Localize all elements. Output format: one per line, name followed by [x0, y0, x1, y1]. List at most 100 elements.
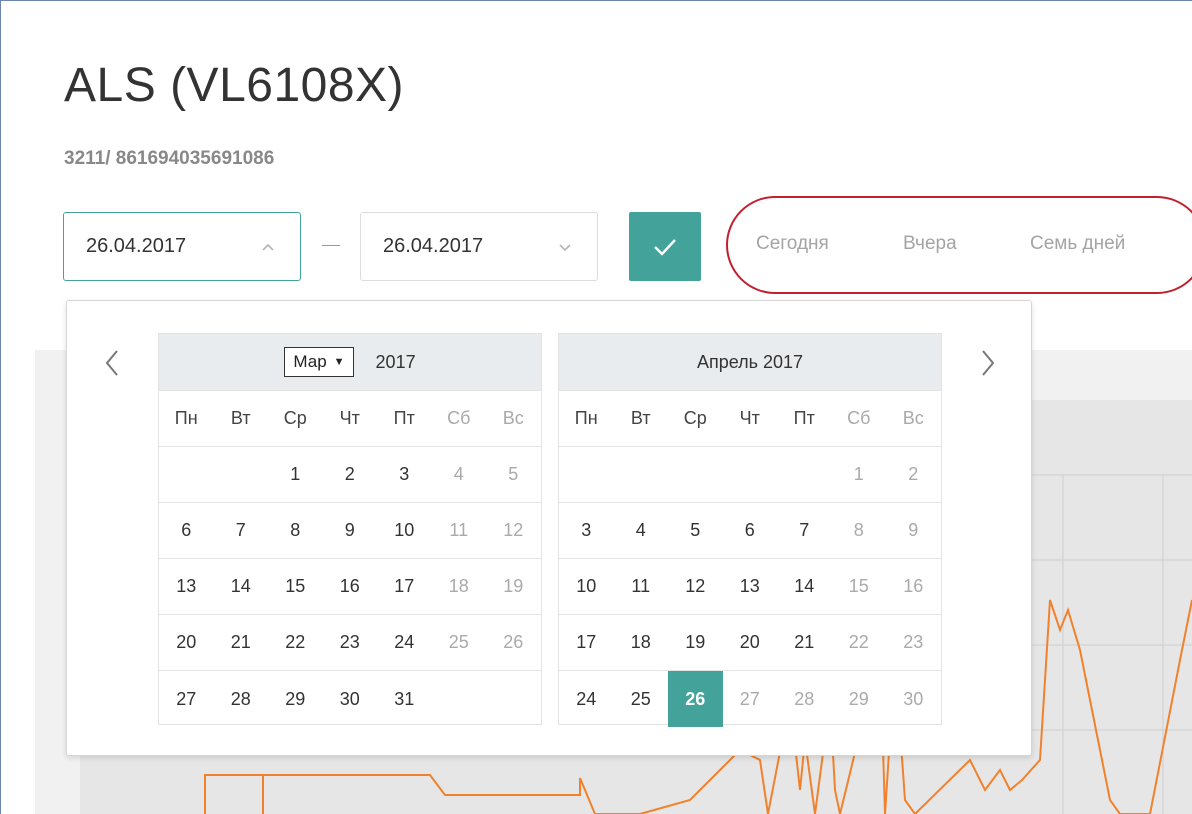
- day-cell[interactable]: 12: [668, 559, 723, 614]
- date-picker-dropdown: Мар ▼ 2017 Пн Вт Ср Чт Пт Сб Вс 1 2 3 4 …: [66, 300, 1032, 756]
- week-row: 20 21 22 23 24 25 26: [159, 615, 541, 671]
- day-cell[interactable]: 13: [723, 559, 778, 614]
- month-select-value: Мар: [293, 352, 327, 371]
- day-cell: [159, 447, 214, 502]
- day-cell[interactable]: 11: [614, 559, 669, 614]
- day-cell[interactable]: 23: [886, 615, 941, 670]
- day-cell[interactable]: 6: [159, 503, 214, 558]
- day-cell[interactable]: 17: [377, 559, 432, 614]
- day-cell[interactable]: 8: [268, 503, 323, 558]
- week-row: 13 14 15 16 17 18 19: [159, 559, 541, 615]
- day-cell[interactable]: 21: [214, 615, 269, 670]
- day-cell[interactable]: 14: [777, 559, 832, 614]
- week-row: 24 25 26 27 28 29 30: [559, 671, 941, 727]
- day-cell[interactable]: 3: [377, 447, 432, 502]
- day-cell[interactable]: 5: [668, 503, 723, 558]
- dropdown-arrow-icon: ▼: [333, 356, 345, 368]
- day-cell[interactable]: 30: [323, 671, 378, 727]
- day-cell[interactable]: 3: [559, 503, 614, 558]
- day-cell[interactable]: 24: [559, 671, 614, 727]
- day-cell-disabled: 30: [903, 688, 924, 709]
- weekday-header-row: Пн Вт Ср Чт Пт Сб Вс: [159, 391, 541, 447]
- day-cell[interactable]: 9: [886, 503, 941, 558]
- day-cell: [432, 671, 487, 727]
- calendar-april-header: Апрель 2017: [559, 334, 941, 391]
- day-cell[interactable]: 19: [668, 615, 723, 670]
- day-cell[interactable]: 15: [268, 559, 323, 614]
- day-cell[interactable]: 18: [614, 615, 669, 670]
- day-cell[interactable]: 23: [323, 615, 378, 670]
- day-cell[interactable]: 11: [432, 503, 487, 558]
- weekday-label: Чт: [739, 408, 760, 428]
- day-cell[interactable]: 18: [432, 559, 487, 614]
- day-cell[interactable]: 22: [268, 615, 323, 670]
- day-cell[interactable]: 6: [723, 503, 778, 558]
- day-cell[interactable]: 1: [268, 447, 323, 502]
- day-cell[interactable]: 8: [832, 503, 887, 558]
- day-cell[interactable]: 16: [886, 559, 941, 614]
- day-cell[interactable]: 26: [486, 615, 541, 670]
- weekday-label: Вт: [230, 408, 251, 428]
- week-row: 3 4 5 6 7 8 9: [559, 503, 941, 559]
- weekday-label: Вс: [902, 408, 924, 428]
- month-select[interactable]: Мар ▼: [284, 347, 354, 377]
- day-cell[interactable]: 29: [268, 671, 323, 727]
- day-cell-disabled: 28: [794, 688, 815, 709]
- week-row: 10 11 12 13 14 15 16: [559, 559, 941, 615]
- month-title: Апрель 2017: [696, 351, 804, 372]
- day-cell[interactable]: 22: [832, 615, 887, 670]
- day-cell[interactable]: 31: [377, 671, 432, 727]
- day-cell: [614, 447, 669, 502]
- day-cell[interactable]: 27: [159, 671, 214, 727]
- year-label: 2017: [375, 351, 416, 372]
- week-row: 6 7 8 9 10 11 12: [159, 503, 541, 559]
- day-cell[interactable]: 15: [832, 559, 887, 614]
- day-cell[interactable]: 25: [432, 615, 487, 670]
- day-cell[interactable]: 2: [323, 447, 378, 502]
- day-cell[interactable]: 5: [486, 447, 541, 502]
- day-cell[interactable]: 7: [777, 503, 832, 558]
- chevron-left-icon[interactable]: [101, 345, 123, 381]
- day-cell-selected[interactable]: 26: [668, 671, 723, 727]
- day-cell[interactable]: 10: [559, 559, 614, 614]
- day-cell[interactable]: 20: [723, 615, 778, 670]
- weekday-label: Пн: [174, 408, 198, 428]
- day-cell[interactable]: 21: [777, 615, 832, 670]
- day-cell[interactable]: 1: [832, 447, 887, 502]
- day-cell[interactable]: 9: [323, 503, 378, 558]
- weekday-label: Сб: [847, 408, 871, 428]
- calendar-march-header: Мар ▼ 2017: [159, 334, 541, 391]
- day-cell[interactable]: 28: [214, 671, 269, 727]
- weekday-label: Пт: [393, 408, 415, 428]
- weekday-header-row: Пн Вт Ср Чт Пт Сб Вс: [559, 391, 941, 447]
- day-cell[interactable]: 17: [559, 615, 614, 670]
- day-cell[interactable]: 10: [377, 503, 432, 558]
- weekday-label: Пт: [793, 408, 815, 428]
- chevron-right-icon[interactable]: [977, 345, 999, 381]
- week-row: 1 2 3 4 5: [159, 447, 541, 503]
- day-cell[interactable]: 20: [159, 615, 214, 670]
- day-cell[interactable]: 24: [377, 615, 432, 670]
- weekday-label: Ср: [683, 408, 707, 428]
- week-row: 1 2: [559, 447, 941, 503]
- day-cell: [668, 447, 723, 502]
- weekday-label: Пн: [574, 408, 598, 428]
- day-cell[interactable]: 14: [214, 559, 269, 614]
- day-cell[interactable]: 2: [886, 447, 941, 502]
- calendar-april: Апрель 2017 Пн Вт Ср Чт Пт Сб Вс 1 2 3 4…: [558, 333, 942, 727]
- day-cell[interactable]: 13: [159, 559, 214, 614]
- week-row: 17 18 19 20 21 22 23: [559, 615, 941, 671]
- weekday-label: Сб: [447, 408, 471, 428]
- day-cell[interactable]: 4: [432, 447, 487, 502]
- day-cell: [486, 671, 541, 727]
- day-cell[interactable]: 7: [214, 503, 269, 558]
- day-cell[interactable]: 19: [486, 559, 541, 614]
- week-row: 27 28 29 30 31: [159, 671, 541, 727]
- day-cell[interactable]: 4: [614, 503, 669, 558]
- day-cell-disabled: 27: [739, 688, 760, 709]
- day-cell[interactable]: 16: [323, 559, 378, 614]
- day-cell-disabled: 29: [848, 688, 869, 709]
- day-cell[interactable]: 25: [614, 671, 669, 727]
- weekday-label: Вс: [502, 408, 524, 428]
- day-cell[interactable]: 12: [486, 503, 541, 558]
